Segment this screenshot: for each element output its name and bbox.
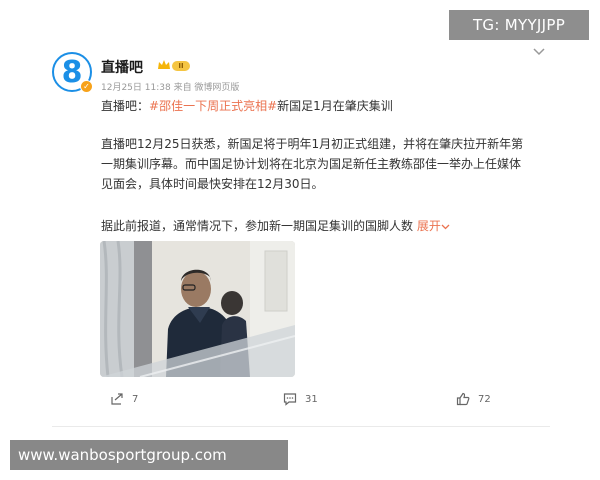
watermark-top-right: TG: MYYJJPP xyxy=(449,10,589,40)
weibo-post-card: 8 ✓ 直播吧 II 12月25日 11:38 来自 微博网页版 直播吧：#邵佳… xyxy=(52,28,550,428)
divider xyxy=(52,426,550,427)
verified-icon: ✓ xyxy=(80,80,93,93)
hashtag-link[interactable]: #邵佳一下周正式亮相# xyxy=(149,99,277,113)
post-headline: 直播吧：#邵佳一下周正式亮相#新国足1月在肇庆集训 xyxy=(101,97,393,114)
chevron-down-icon[interactable] xyxy=(532,46,546,56)
post-image-illustration xyxy=(100,241,295,377)
level-badge: II xyxy=(172,61,190,71)
comment-button[interactable]: 31 xyxy=(283,392,318,406)
share-icon xyxy=(111,393,123,405)
thumbs-up-icon xyxy=(456,392,470,406)
username[interactable]: 直播吧 xyxy=(101,57,143,77)
headline-suffix: 新国足1月在肇庆集训 xyxy=(277,99,393,113)
action-bar: 7 31 72 xyxy=(52,392,550,412)
crown-icon xyxy=(158,60,170,69)
post-paragraph-2: 据此前报道，通常情况下，参加新一期国足集训的国脚人数 展开 xyxy=(101,216,531,236)
expand-link[interactable]: 展开 xyxy=(417,219,450,233)
like-button[interactable]: 72 xyxy=(456,392,491,406)
like-count: 72 xyxy=(478,393,491,405)
paragraph-2-text: 据此前报道，通常情况下，参加新一期国足集训的国脚人数 xyxy=(101,219,414,233)
repost-count: 7 xyxy=(132,393,139,405)
post-paragraph-1: 直播吧12月25日获悉，新国足将于明年1月初正式组建，并将在肇庆拉开新年第一期集… xyxy=(101,137,524,191)
headline-prefix: 直播吧： xyxy=(101,99,150,113)
post-image[interactable] xyxy=(100,241,295,377)
comment-icon xyxy=(283,393,297,406)
chevron-down-icon xyxy=(441,224,450,230)
watermark-bottom-left: www.wanbosportgroup.com xyxy=(10,440,288,470)
repost-button[interactable]: 7 xyxy=(110,392,138,406)
post-meta: 12月25日 11:38 来自 微博网页版 xyxy=(101,83,240,93)
comment-count: 31 xyxy=(305,393,318,405)
expand-label: 展开 xyxy=(416,219,441,233)
